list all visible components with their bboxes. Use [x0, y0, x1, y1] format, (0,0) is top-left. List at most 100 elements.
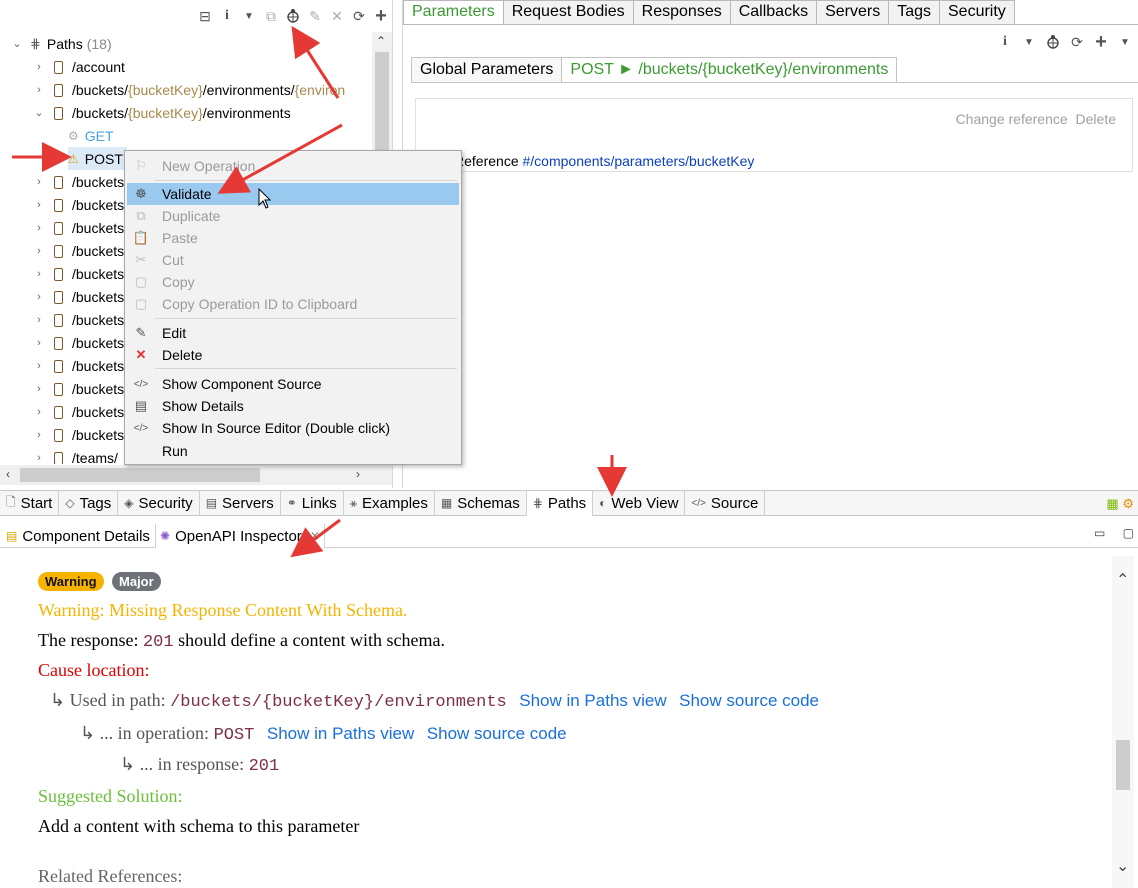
- add-icon[interactable]: +: [372, 5, 390, 27]
- chevron-right-icon[interactable]: ›: [32, 222, 46, 234]
- change-reference-link[interactable]: Change reference: [956, 111, 1068, 127]
- chevron-down-icon[interactable]: ⌄: [10, 37, 24, 50]
- tree-item-path[interactable]: › /buckets: [32, 400, 124, 423]
- menu-item-run[interactable]: Run: [127, 440, 459, 462]
- menu-item-validate[interactable]: ☸ Validate: [127, 183, 459, 205]
- scroll-left-icon[interactable]: ‹: [6, 467, 10, 481]
- chevron-right-icon[interactable]: ›: [32, 406, 46, 418]
- tree-item-path[interactable]: › /buckets: [32, 331, 124, 354]
- tab-global-parameters[interactable]: Global Parameters: [411, 57, 563, 83]
- dropdown-icon[interactable]: ▼: [240, 6, 258, 26]
- menu-item-paste[interactable]: 📋 Paste: [127, 227, 459, 249]
- tab-request-bodies[interactable]: Request Bodies: [502, 0, 634, 25]
- tree-item-path[interactable]: › /buckets: [32, 285, 124, 308]
- tree-item-path[interactable]: › /buckets: [32, 354, 124, 377]
- tab-callbacks[interactable]: Callbacks: [729, 0, 818, 25]
- tree-item-path[interactable]: ⌄ /buckets/{bucketKey}/environments: [32, 101, 290, 124]
- scrollbar-thumb[interactable]: [20, 468, 260, 482]
- tree-item-path[interactable]: › /buckets/{bucketKey}/environments/{envi…: [32, 78, 345, 101]
- menu-item-edit[interactable]: ✎ Edit: [127, 322, 459, 344]
- menu-item-show-in-source-editor-double-click[interactable]: </> Show In Source Editor (Double click): [127, 417, 459, 439]
- tree-item-path[interactable]: › /account: [32, 55, 125, 78]
- editor-tab-paths[interactable]: ⋕ Paths: [526, 490, 594, 516]
- dropdown-icon[interactable]: ▼: [1116, 32, 1134, 52]
- chevron-right-icon[interactable]: ›: [32, 84, 46, 96]
- tab-servers[interactable]: Servers: [816, 0, 890, 25]
- menu-item-new-operation[interactable]: ⚐ New Operation: [127, 155, 459, 177]
- editor-tab-servers[interactable]: ▤ Servers: [200, 490, 281, 516]
- chevron-right-icon[interactable]: ›: [32, 337, 46, 349]
- refresh-icon[interactable]: ⟳: [350, 6, 368, 26]
- editor-tab-start[interactable]: 🗋 Start: [0, 490, 60, 516]
- delete-link[interactable]: Delete: [1076, 111, 1116, 127]
- tree-item-path[interactable]: › /buckets: [32, 170, 124, 193]
- tree-item-path[interactable]: › /buckets: [32, 308, 124, 331]
- scroll-down-icon[interactable]: ⌄: [1116, 856, 1129, 876]
- chevron-right-icon[interactable]: ›: [32, 291, 46, 303]
- tab-post-operation[interactable]: POST ► /buckets/{bucketKey}/environments: [561, 57, 898, 83]
- tab-security[interactable]: Security: [939, 0, 1015, 25]
- editor-tab-source[interactable]: </> Source: [685, 490, 766, 516]
- tab-responses[interactable]: Responses: [632, 0, 731, 25]
- tab-tags[interactable]: Tags: [888, 0, 940, 25]
- validate-icon[interactable]: [1044, 32, 1062, 52]
- tree-item-get[interactable]: ⚙ GET: [68, 124, 114, 147]
- tree-item-path[interactable]: › /buckets: [32, 377, 124, 400]
- chevron-right-icon[interactable]: ›: [32, 61, 46, 73]
- refresh-icon[interactable]: ⟳: [1068, 32, 1086, 52]
- menu-item-cut[interactable]: ✂ Cut: [127, 249, 459, 271]
- chevron-right-icon[interactable]: ›: [32, 429, 46, 441]
- info-icon[interactable]: i: [996, 32, 1014, 52]
- edit-icon[interactable]: ✎: [306, 6, 324, 26]
- chevron-right-icon[interactable]: ›: [32, 383, 46, 395]
- scroll-up-icon[interactable]: ⌃: [1116, 570, 1129, 590]
- menu-item-show-details[interactable]: ▤ Show Details: [127, 395, 459, 417]
- chevron-down-icon[interactable]: ⌄: [32, 106, 46, 119]
- close-icon[interactable]: ✕: [328, 6, 346, 26]
- minimize-icon[interactable]: ▭: [1094, 526, 1105, 540]
- scroll-right-icon[interactable]: ›: [356, 467, 360, 481]
- tab-component-details[interactable]: ▤ Component Details: [2, 524, 154, 548]
- tree-item-path[interactable]: › /buckets: [32, 262, 124, 285]
- scroll-up-icon[interactable]: ⌃: [376, 34, 386, 48]
- chevron-right-icon[interactable]: ›: [32, 176, 46, 188]
- menu-item-show-component-source[interactable]: </> Show Component Source: [127, 373, 459, 395]
- editor-tab-links[interactable]: ⚭ Links: [281, 490, 344, 516]
- scrollbar-thumb[interactable]: [1116, 740, 1130, 790]
- menu-item-copy-operation-id-to-clipboard[interactable]: ▢ Copy Operation ID to Clipboard: [127, 293, 459, 315]
- chevron-right-icon[interactable]: ›: [32, 360, 46, 372]
- tab-parameters[interactable]: Parameters: [403, 0, 504, 25]
- grid-icon[interactable]: ▦: [1106, 496, 1118, 511]
- tree-item-path[interactable]: › /buckets: [32, 193, 124, 216]
- editor-tab-web-view[interactable]: ◐ Web View: [593, 490, 686, 516]
- copy-icon[interactable]: ⧉: [262, 6, 280, 26]
- settings-icon[interactable]: ⚙: [1122, 496, 1134, 511]
- chevron-right-icon[interactable]: ›: [32, 452, 46, 464]
- close-icon[interactable]: ✕: [310, 529, 320, 543]
- menu-item-delete[interactable]: ✕ Delete: [127, 344, 459, 366]
- parameter-reference-link[interactable]: #/components/parameters/bucketKey: [523, 153, 755, 169]
- chevron-right-icon[interactable]: ›: [32, 245, 46, 257]
- validate-icon[interactable]: [284, 6, 302, 26]
- editor-tab-schemas[interactable]: ▦ Schemas: [435, 490, 527, 516]
- menu-item-copy[interactable]: ▢ Copy: [127, 271, 459, 293]
- chevron-right-icon[interactable]: ›: [32, 314, 46, 326]
- tree-root-paths[interactable]: ⌄ ⋕ Paths (18): [10, 32, 111, 55]
- inspector-scrollbar[interactable]: ⌃ ⌄: [1112, 556, 1134, 888]
- show-source-code-link[interactable]: Show source code: [427, 724, 567, 743]
- tree-item-post[interactable]: ⚠ POST: [68, 147, 127, 170]
- show-in-paths-view-link[interactable]: Show in Paths view: [519, 691, 666, 710]
- tree-item-path[interactable]: › /buckets: [32, 423, 124, 446]
- show-source-code-link[interactable]: Show source code: [679, 691, 819, 710]
- tab-openapi-inspector[interactable]: ✺ OpenAPI Inspector ✕: [155, 524, 325, 548]
- editor-tab-security[interactable]: ◈ Security: [118, 490, 200, 516]
- chevron-right-icon[interactable]: ›: [32, 199, 46, 211]
- menu-item-duplicate[interactable]: ⧉ Duplicate: [127, 205, 459, 227]
- chevron-right-icon[interactable]: ›: [32, 268, 46, 280]
- editor-tab-tags[interactable]: ◇ Tags: [59, 490, 119, 516]
- editor-tab-examples[interactable]: ⚹ Examples: [344, 490, 435, 516]
- collapse-icon[interactable]: ⊟: [196, 6, 214, 26]
- tree-item-path[interactable]: › /buckets: [32, 216, 124, 239]
- dropdown-icon[interactable]: ▼: [1020, 32, 1038, 52]
- show-in-paths-view-link[interactable]: Show in Paths view: [267, 724, 414, 743]
